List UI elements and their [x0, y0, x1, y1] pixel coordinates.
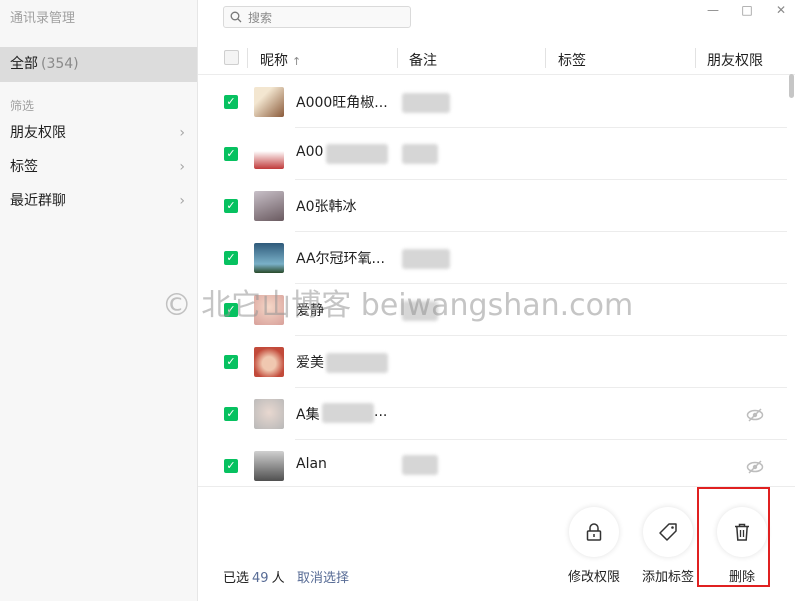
chevron-right-icon: ›	[179, 125, 185, 141]
sidebar-item-tags[interactable]: 标签 ›	[0, 152, 197, 182]
add-tag-circle[interactable]	[643, 507, 693, 557]
selection-prefix: 已选	[223, 571, 250, 586]
column-remark[interactable]: 备注	[409, 50, 437, 70]
redacted-remark	[402, 144, 438, 164]
truncation-ellipsis: ...	[374, 404, 388, 420]
table-row[interactable]: ✓ A000旺角椒...	[198, 76, 787, 128]
contact-count: (354)	[41, 56, 79, 72]
contact-nickname: A00	[296, 144, 324, 160]
table-row[interactable]: ✓ A集 ...	[198, 388, 787, 440]
avatar	[254, 295, 284, 325]
add-tag-label: 添加标签	[641, 570, 694, 585]
add-tag-button[interactable]: 添加标签	[633, 507, 703, 597]
contact-nickname: Alan	[296, 456, 327, 472]
redacted-nickname	[326, 353, 388, 373]
table-row[interactable]: ✓ A0张韩冰	[198, 180, 787, 232]
sidebar-item-label: 标签	[10, 159, 38, 175]
table-row[interactable]: ✓ AA尔冠环氧...	[198, 232, 787, 284]
avatar	[254, 399, 284, 429]
contact-nickname: 爱静	[296, 303, 324, 319]
column-divider	[247, 48, 248, 68]
selected-count: 49	[252, 571, 269, 586]
modify-permissions-label: 修改权限	[567, 570, 620, 585]
column-nickname-label: 昵称	[260, 53, 288, 69]
chevron-right-icon: ›	[179, 159, 185, 175]
hidden-moments-icon	[746, 460, 764, 474]
main-panel: — □ ✕ 昵称↑ 备注 标签 朋友权限 ✓ A000旺角椒... ✓ A00 …	[198, 0, 795, 601]
action-bar: 已选 49 人 取消选择 修改权限 添加标签 删除	[198, 486, 795, 602]
hidden-moments-icon	[746, 408, 764, 422]
table-row[interactable]: ✓ 爱静	[198, 284, 787, 336]
row-checkbox[interactable]: ✓	[224, 355, 238, 369]
scrollbar[interactable]	[789, 74, 794, 98]
redacted-nickname	[326, 144, 388, 164]
avatar	[254, 347, 284, 377]
chevron-right-icon: ›	[179, 193, 185, 209]
column-friend-permissions[interactable]: 朋友权限	[707, 50, 763, 70]
sidebar-item-all-label: 全部	[10, 56, 38, 72]
close-button[interactable]: ✕	[771, 2, 791, 18]
avatar	[254, 243, 284, 273]
table-row[interactable]: ✓ A00	[198, 128, 787, 180]
sidebar: 通讯录管理 全部 (354) 筛选 朋友权限 › 标签 › 最近群聊 ›	[0, 0, 198, 601]
row-checkbox[interactable]: ✓	[224, 199, 238, 213]
table-row[interactable]: ✓ Alan	[198, 440, 787, 492]
sidebar-item-label: 最近群聊	[10, 193, 66, 209]
sidebar-item-friend-permissions[interactable]: 朋友权限 ›	[0, 118, 197, 148]
column-divider	[695, 48, 696, 68]
search-input[interactable]	[246, 7, 410, 29]
redacted-remark	[402, 249, 450, 269]
cancel-selection-link[interactable]: 取消选择	[297, 567, 349, 586]
contact-nickname: A000旺角椒...	[296, 95, 388, 111]
redacted-nickname	[322, 403, 374, 423]
sidebar-item-all[interactable]: 全部 (354)	[0, 47, 197, 82]
row-checkbox[interactable]: ✓	[224, 459, 238, 473]
redacted-remark	[402, 93, 450, 113]
delete-highlight-box	[697, 487, 770, 587]
column-divider	[397, 48, 398, 68]
row-checkbox[interactable]: ✓	[224, 303, 238, 317]
selection-suffix: 人	[271, 571, 285, 586]
contact-nickname: A集	[296, 407, 320, 423]
row-checkbox[interactable]: ✓	[224, 251, 238, 265]
column-nickname[interactable]: 昵称 ↑	[260, 50, 301, 70]
row-checkbox[interactable]: ✓	[224, 407, 238, 421]
minimize-button[interactable]: —	[703, 2, 723, 18]
maximize-button[interactable]: □	[737, 2, 757, 18]
contact-nickname: AA尔冠环氧...	[296, 251, 385, 267]
contact-nickname: 爱美	[296, 355, 324, 371]
row-checkbox[interactable]: ✓	[224, 147, 238, 161]
sort-arrow-icon: ↑	[292, 55, 302, 68]
app-title: 通讯录管理	[10, 11, 76, 26]
tag-icon	[659, 523, 677, 541]
column-tags[interactable]: 标签	[558, 50, 586, 70]
search-box[interactable]	[223, 6, 411, 29]
table-row[interactable]: ✓ 爱美	[198, 336, 787, 388]
lock-icon	[586, 523, 602, 541]
contact-nickname: A0张韩冰	[296, 199, 357, 215]
redacted-remark	[402, 455, 438, 475]
filter-heading: 筛选	[10, 99, 35, 113]
avatar	[254, 87, 284, 117]
select-all-checkbox[interactable]	[224, 50, 239, 65]
redacted-remark	[402, 301, 438, 321]
search-icon	[230, 11, 242, 23]
row-checkbox[interactable]: ✓	[224, 95, 238, 109]
avatar	[254, 451, 284, 481]
column-divider	[545, 48, 546, 68]
sidebar-item-recent-groups[interactable]: 最近群聊 ›	[0, 186, 197, 216]
modify-permissions-circle[interactable]	[569, 507, 619, 557]
modify-permissions-button[interactable]: 修改权限	[559, 507, 629, 597]
avatar	[254, 191, 284, 221]
selection-summary: 已选 49 人	[223, 567, 285, 586]
sidebar-item-label: 朋友权限	[10, 125, 66, 141]
table-header: 昵称 ↑ 备注 标签 朋友权限	[198, 44, 795, 75]
avatar	[254, 139, 284, 169]
